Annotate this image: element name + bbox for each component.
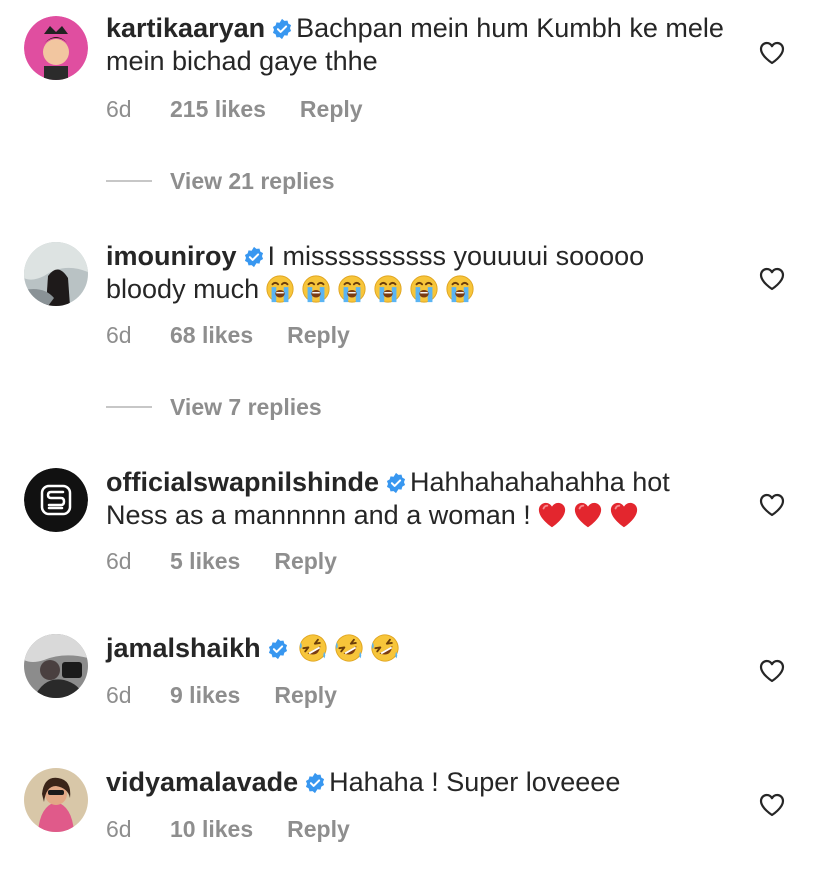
- like-heart-icon[interactable]: [759, 267, 785, 291]
- verified-badge-icon: [244, 246, 263, 268]
- loudly-crying-face-emoji-icon: [373, 274, 403, 304]
- like-heart-icon[interactable]: [759, 41, 785, 65]
- likes-count[interactable]: 9 likes: [170, 682, 240, 709]
- avatar[interactable]: [24, 16, 88, 80]
- loudly-crying-face-emoji-icon: [409, 274, 439, 304]
- likes-count[interactable]: 10 likes: [170, 816, 253, 843]
- comment-time: 6d: [106, 816, 132, 842]
- emoji-group: [259, 274, 475, 304]
- comment-text: vidyamalavade Hahaha ! Super loveeee: [106, 766, 726, 799]
- red-heart-emoji-icon: [537, 500, 567, 530]
- comment-meta: 6d 68 likes Reply: [106, 322, 350, 349]
- loudly-crying-face-emoji-icon: [445, 274, 475, 304]
- verified-badge-icon: [273, 18, 292, 40]
- reply-button[interactable]: Reply: [287, 322, 350, 349]
- view-replies-button[interactable]: View 21 replies: [106, 168, 335, 195]
- comment-username[interactable]: officialswapnilshinde: [106, 467, 379, 497]
- like-heart-icon[interactable]: [759, 793, 785, 817]
- verified-badge-icon: [268, 638, 287, 660]
- comment-time: 6d: [106, 682, 132, 708]
- comment-meta: 6d 10 likes Reply: [106, 816, 350, 843]
- avatar[interactable]: [24, 242, 88, 306]
- reply-button[interactable]: Reply: [274, 682, 337, 709]
- reply-button[interactable]: Reply: [287, 816, 350, 843]
- comment-time: 6d: [106, 322, 132, 348]
- comment-text: kartikaaryan Bachpan mein hum Kumbh ke me…: [106, 12, 726, 78]
- comment-text: officialswapnilshinde Hahhahahahahha hot …: [106, 466, 726, 532]
- loudly-crying-face-emoji-icon: [265, 274, 295, 304]
- comment-text: jamalshaikh: [106, 632, 726, 665]
- emoji-group: [292, 633, 400, 663]
- likes-count[interactable]: 215 likes: [170, 96, 266, 123]
- rolling-on-floor-laughing-emoji-icon: [298, 633, 328, 663]
- divider-line: [106, 406, 152, 408]
- likes-count[interactable]: 68 likes: [170, 322, 253, 349]
- comment-meta: 6d 5 likes Reply: [106, 548, 337, 575]
- view-replies-label[interactable]: View 21 replies: [170, 168, 335, 194]
- comment-meta: 6d 215 likes Reply: [106, 96, 363, 123]
- comment-username[interactable]: vidyamalavade: [106, 767, 298, 797]
- red-heart-emoji-icon: [573, 500, 603, 530]
- reply-button[interactable]: Reply: [274, 548, 337, 575]
- comment-username[interactable]: imouniroy: [106, 241, 237, 271]
- loudly-crying-face-emoji-icon: [337, 274, 367, 304]
- comment-username[interactable]: jamalshaikh: [106, 633, 261, 663]
- avatar[interactable]: [24, 468, 88, 532]
- avatar[interactable]: [24, 768, 88, 832]
- verified-badge-icon: [306, 772, 325, 794]
- red-heart-emoji-icon: [609, 500, 639, 530]
- like-heart-icon[interactable]: [759, 493, 785, 517]
- comment-time: 6d: [106, 548, 132, 574]
- emoji-group: [531, 500, 639, 530]
- comment-body: Hahaha ! Super loveeee: [329, 767, 621, 797]
- comment-text: imouniroy I missssssssss youuuui sooooo b…: [106, 240, 726, 306]
- rolling-on-floor-laughing-emoji-icon: [334, 633, 364, 663]
- avatar[interactable]: [24, 634, 88, 698]
- comment-username[interactable]: kartikaaryan: [106, 13, 265, 43]
- like-heart-icon[interactable]: [759, 659, 785, 683]
- verified-badge-icon: [386, 472, 406, 494]
- comment-meta: 6d 9 likes Reply: [106, 682, 337, 709]
- view-replies-label[interactable]: View 7 replies: [170, 394, 322, 420]
- reply-button[interactable]: Reply: [300, 96, 363, 123]
- rolling-on-floor-laughing-emoji-icon: [370, 633, 400, 663]
- divider-line: [106, 180, 152, 182]
- comment-time: 6d: [106, 96, 132, 122]
- likes-count[interactable]: 5 likes: [170, 548, 240, 575]
- loudly-crying-face-emoji-icon: [301, 274, 331, 304]
- view-replies-button[interactable]: View 7 replies: [106, 394, 322, 421]
